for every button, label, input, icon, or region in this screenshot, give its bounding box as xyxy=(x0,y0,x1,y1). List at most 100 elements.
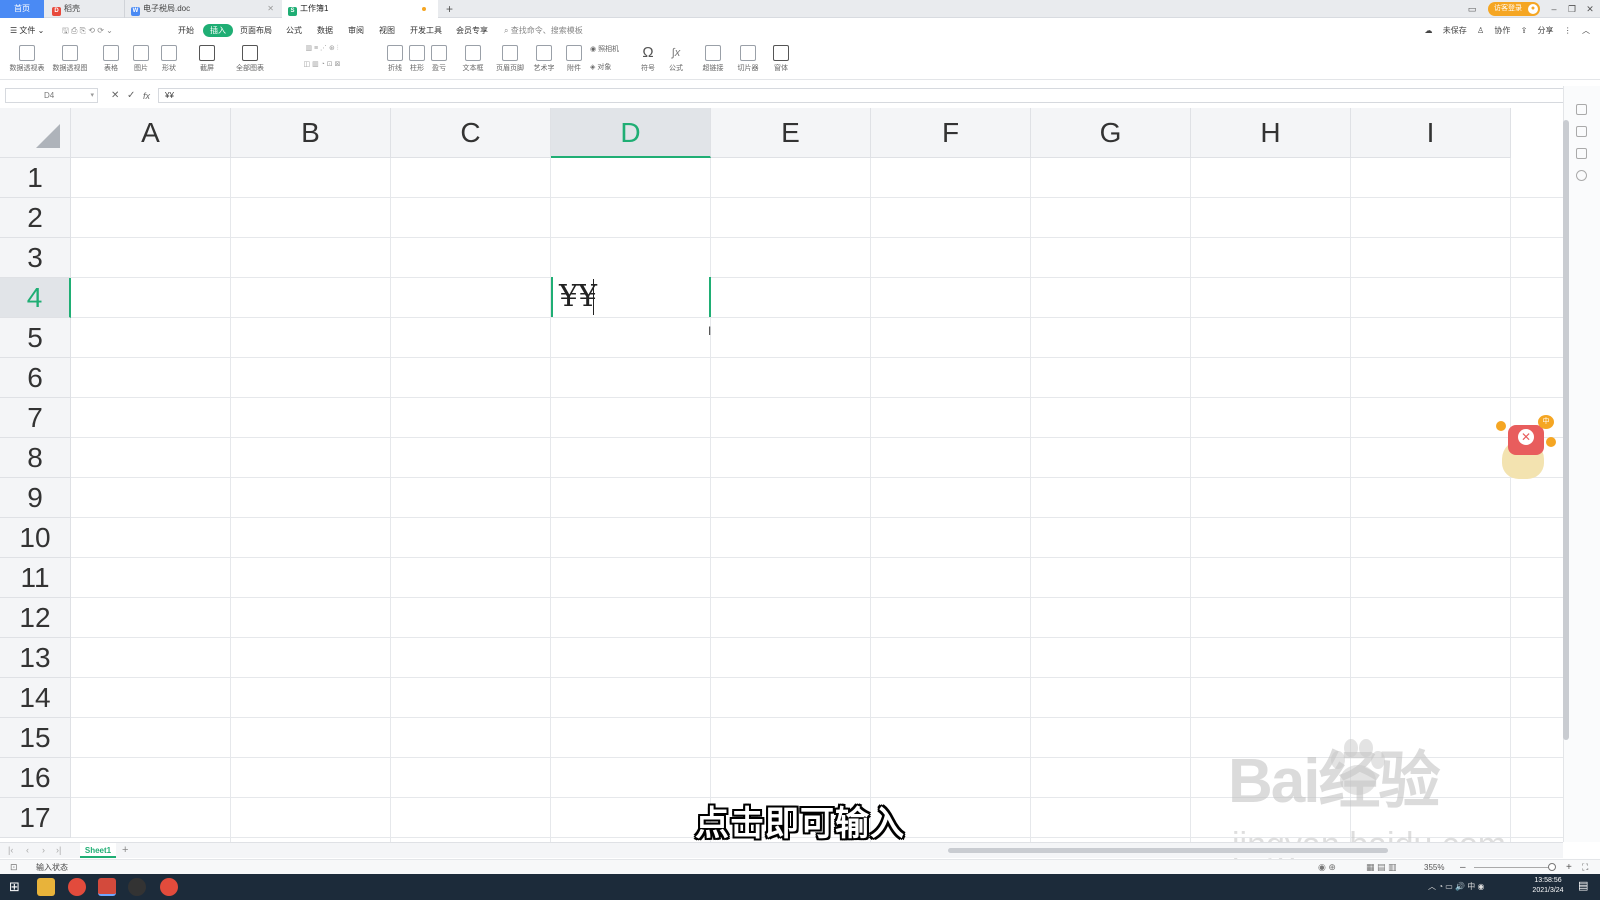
zoom-level[interactable]: 355% xyxy=(1424,860,1444,875)
equation-button[interactable]: ∫x 公式 xyxy=(664,44,688,78)
menu-insert[interactable]: 插入 xyxy=(203,24,233,37)
fullscreen-icon[interactable]: ⛶ xyxy=(1582,860,1588,875)
mascot-close-icon[interactable]: ✕ xyxy=(1518,429,1534,445)
layout-icon[interactable]: ▭ xyxy=(1464,0,1480,18)
file-explorer-icon[interactable] xyxy=(37,878,55,896)
menu-developer[interactable]: 开发工具 xyxy=(410,24,442,37)
pivot-chart-button[interactable]: 数据透视图 xyxy=(50,44,90,78)
restore-icon[interactable]: ❐ xyxy=(1564,0,1580,18)
row-header-1[interactable]: 1 xyxy=(0,158,71,198)
column-header-h[interactable]: H xyxy=(1191,108,1351,158)
macro-record-icon[interactable]: ⊡ xyxy=(10,860,18,875)
vertical-scrollbar[interactable] xyxy=(1563,120,1569,740)
form-button[interactable]: 窗体 xyxy=(770,44,792,78)
eye-protection-icon[interactable]: ◉ ⊕ xyxy=(1318,860,1336,875)
column-header-g[interactable]: G xyxy=(1031,108,1191,158)
prev-sheet-icon[interactable]: ‹ xyxy=(26,843,29,858)
select-tool-icon[interactable] xyxy=(1576,104,1587,115)
menu-start[interactable]: 开始 xyxy=(178,24,194,37)
share-button[interactable]: ⇪ 分享 xyxy=(1521,26,1554,35)
taskbar-clock[interactable]: 13:58:56 2021/3/24 xyxy=(1522,876,1574,896)
row-header-14[interactable]: 14 xyxy=(0,678,71,718)
column-header-c[interactable]: C xyxy=(391,108,551,158)
notification-icon[interactable]: ▤ xyxy=(1578,879,1588,892)
row-header-4[interactable]: 4 xyxy=(0,278,71,318)
column-header-d[interactable]: D xyxy=(551,108,711,158)
minimize-icon[interactable]: – xyxy=(1546,0,1562,18)
object-button[interactable]: ◈ 对象 xyxy=(590,62,628,72)
visitor-login-button[interactable]: 访客登录 ● xyxy=(1488,2,1540,16)
attachment-button[interactable]: 附件 xyxy=(564,44,584,78)
zoom-slider-handle[interactable] xyxy=(1548,863,1556,871)
menu-member[interactable]: 会员专享 xyxy=(456,24,488,37)
tab-workbook[interactable]: S 工作簿1 xyxy=(282,0,438,18)
hyperlink-button[interactable]: 超链接 xyxy=(700,44,726,78)
shape-button[interactable]: 形状 xyxy=(158,44,180,78)
unsaved-button[interactable]: ☁ 未保存 xyxy=(1424,26,1466,35)
row-header-11[interactable]: 11 xyxy=(0,558,71,598)
collaborate-button[interactable]: ♙ 协作 xyxy=(1477,26,1510,35)
select-all-corner[interactable] xyxy=(0,108,71,158)
row-header-7[interactable]: 7 xyxy=(0,398,71,438)
tab-home[interactable]: 首页 xyxy=(0,0,44,18)
backup-icon[interactable] xyxy=(1576,148,1587,159)
tab-doc[interactable]: W 电子税局.doc ✕ xyxy=(124,0,280,18)
symbol-button[interactable]: Ω 符号 xyxy=(636,44,660,78)
row-header-6[interactable]: 6 xyxy=(0,358,71,398)
menu-page-layout[interactable]: 页面布局 xyxy=(240,24,272,37)
first-sheet-icon[interactable]: |‹ xyxy=(8,843,13,858)
horizontal-scrollbar[interactable] xyxy=(948,848,1388,853)
menu-data[interactable]: 数据 xyxy=(317,24,333,37)
row-header-16[interactable]: 16 xyxy=(0,758,71,798)
last-sheet-icon[interactable]: ›| xyxy=(56,843,61,858)
menu-review[interactable]: 审阅 xyxy=(348,24,364,37)
row-header-5[interactable]: 5 xyxy=(0,318,71,358)
row-header-3[interactable]: 3 xyxy=(0,238,71,278)
new-tab-button[interactable]: + xyxy=(446,0,453,18)
sparkline-line-button[interactable]: 折线 xyxy=(386,44,404,78)
formula-input[interactable]: ¥¥ xyxy=(158,88,1570,103)
sparkline-column-button[interactable]: 柱形 xyxy=(408,44,426,78)
windows-start-icon[interactable]: ⊞ xyxy=(9,879,20,895)
column-header-e[interactable]: E xyxy=(711,108,871,158)
sheet-tab-sheet1[interactable]: Sheet1 xyxy=(80,843,116,858)
quick-access-toolbar[interactable]: 🖫 ⎙ ⎘ ⟲ ⟳ ⌄ xyxy=(62,24,113,37)
header-footer-button[interactable]: 页眉页脚 xyxy=(494,44,526,78)
browser-icon[interactable] xyxy=(160,878,178,896)
assistant-mascot[interactable]: ✕ 中 xyxy=(1488,415,1560,485)
camera-object-group[interactable]: ◉ 照相机 ◈ 对象 xyxy=(590,44,628,78)
command-search[interactable]: ⌕ 查找命令、搜索模板 xyxy=(504,24,583,37)
sparkline-winloss-button[interactable]: 盈亏 xyxy=(430,44,448,78)
collapse-ribbon-icon[interactable]: ︿ xyxy=(1582,26,1590,35)
column-header-f[interactable]: F xyxy=(871,108,1031,158)
camera-button[interactable]: ◉ 照相机 xyxy=(590,44,628,54)
row-header-12[interactable]: 12 xyxy=(0,598,71,638)
view-mode-icons[interactable]: ▦ ▤ ▥ xyxy=(1366,860,1397,875)
row-header-2[interactable]: 2 xyxy=(0,198,71,238)
row-header-13[interactable]: 13 xyxy=(0,638,71,678)
zoom-in-icon[interactable]: + xyxy=(1566,860,1572,875)
table-button[interactable]: 表格 xyxy=(100,44,122,78)
name-box[interactable]: D4 ▾ xyxy=(5,88,98,103)
chart-type-icons[interactable]: ▥ ≡ ⋰ ⊛ ⫶ ◫ ▥ ◔ ⊡ ⊠ xyxy=(272,44,372,78)
recorder-icon[interactable] xyxy=(128,878,146,896)
insert-function-button[interactable]: fx xyxy=(143,89,150,103)
row-header-15[interactable]: 15 xyxy=(0,718,71,758)
row-header-8[interactable]: 8 xyxy=(0,438,71,478)
system-tray[interactable]: ︿ ◔ ▭ 🔊 中 ◉ xyxy=(1428,874,1484,900)
help-icon[interactable] xyxy=(1576,170,1587,181)
wps-icon[interactable] xyxy=(98,878,116,896)
zoom-slider[interactable] xyxy=(1474,867,1554,868)
chrome-icon[interactable] xyxy=(68,878,86,896)
screenshot-button[interactable]: 截屏 xyxy=(196,44,218,78)
file-menu[interactable]: ☰ 文件 ⌄ xyxy=(10,24,44,37)
row-header-10[interactable]: 10 xyxy=(0,518,71,558)
picture-button[interactable]: 图片 xyxy=(130,44,152,78)
row-header-9[interactable]: 9 xyxy=(0,478,71,518)
all-charts-button[interactable]: 全部图表 xyxy=(232,44,268,78)
textbox-button[interactable]: 文本框 xyxy=(458,44,488,78)
more-icon[interactable]: ⋮ xyxy=(1564,26,1572,35)
next-sheet-icon[interactable]: › xyxy=(42,843,45,858)
column-header-a[interactable]: A xyxy=(71,108,231,158)
tab-daoke[interactable]: D 稻壳 xyxy=(46,0,122,18)
